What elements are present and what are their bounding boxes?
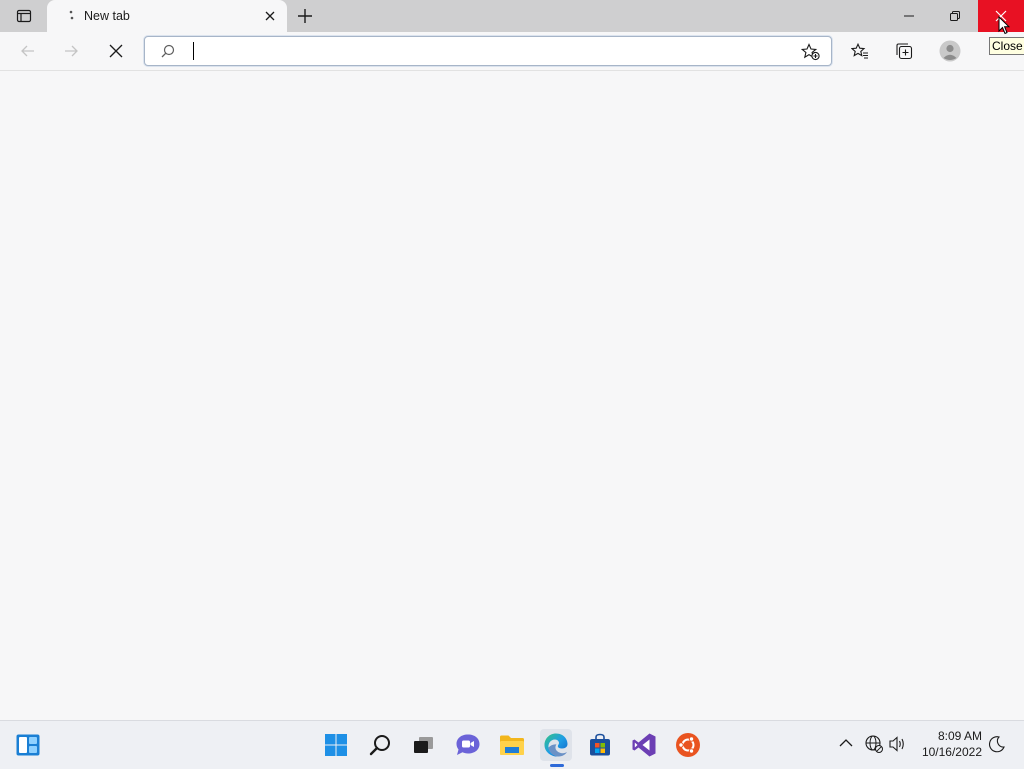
- ubuntu-icon: [676, 733, 700, 757]
- restore-icon: [950, 11, 960, 21]
- chevron-up-icon[interactable]: [838, 735, 854, 751]
- clock-date[interactable]: 10/16/2022: [920, 745, 982, 759]
- close-icon: [265, 11, 275, 21]
- star-add-icon: [801, 43, 820, 61]
- widgets-icon: [16, 734, 40, 756]
- collections-icon: [896, 43, 913, 60]
- arrow-right-icon: [65, 45, 78, 57]
- volume-icon[interactable]: [888, 734, 908, 754]
- browser-toolbar: [0, 32, 1024, 71]
- plus-icon: [298, 9, 312, 23]
- file-explorer-button[interactable]: [496, 729, 528, 761]
- widgets-button[interactable]: [12, 729, 44, 761]
- favorites-icon: [851, 43, 868, 59]
- ubuntu-button[interactable]: [672, 729, 704, 761]
- file-explorer-icon: [500, 735, 524, 755]
- address-input[interactable]: [197, 40, 787, 62]
- stop-icon: [109, 44, 123, 58]
- search-icon: [161, 44, 175, 58]
- title-bar: New tab: [0, 0, 1024, 32]
- close-tooltip: Close: [989, 37, 1024, 55]
- visual-studio-icon: [632, 733, 656, 757]
- task-view-icon: [414, 737, 433, 753]
- new-tab-button[interactable]: [292, 4, 318, 28]
- chat-icon: [456, 734, 480, 755]
- arrow-left-icon: [21, 45, 34, 57]
- avatar-icon: [939, 40, 961, 62]
- tab-actions-button[interactable]: [8, 4, 40, 28]
- add-favorite-button[interactable]: [799, 42, 823, 62]
- taskbar: 8:09 AM 10/16/2022: [0, 720, 1024, 769]
- focus-assist-icon[interactable]: [988, 735, 1006, 753]
- edge-icon: [544, 733, 568, 757]
- task-view-button[interactable]: [408, 729, 440, 761]
- restore-button[interactable]: [932, 0, 978, 32]
- loading-spinner-icon: [69, 10, 74, 20]
- back-button[interactable]: [13, 36, 43, 66]
- mouse-cursor-icon: [998, 16, 1010, 35]
- clock-time[interactable]: 8:09 AM: [920, 729, 982, 743]
- taskbar-search-button[interactable]: [364, 729, 396, 761]
- tab-actions-icon: [16, 9, 32, 23]
- store-icon: [590, 733, 610, 756]
- profile-button[interactable]: [935, 36, 965, 66]
- visual-studio-button[interactable]: [628, 729, 660, 761]
- minimize-button[interactable]: [886, 0, 932, 32]
- start-button[interactable]: [320, 729, 352, 761]
- forward-button[interactable]: [56, 36, 86, 66]
- favorites-button[interactable]: [845, 36, 875, 66]
- search-icon: [369, 735, 390, 756]
- text-caret: [193, 42, 194, 60]
- start-icon: [325, 734, 347, 756]
- active-app-indicator: [550, 764, 564, 767]
- edge-button[interactable]: [540, 729, 572, 761]
- minimize-icon: [904, 15, 914, 17]
- store-button[interactable]: [584, 729, 616, 761]
- address-bar[interactable]: [144, 36, 832, 66]
- tab-close-button[interactable]: [262, 8, 278, 24]
- page-content: [0, 71, 1024, 720]
- collections-button[interactable]: [889, 36, 919, 66]
- tab-title: New tab: [84, 9, 130, 23]
- network-icon[interactable]: [864, 734, 884, 754]
- tab-new-tab[interactable]: New tab: [47, 0, 287, 32]
- chat-button[interactable]: [452, 729, 484, 761]
- stop-loading-button[interactable]: [101, 36, 131, 66]
